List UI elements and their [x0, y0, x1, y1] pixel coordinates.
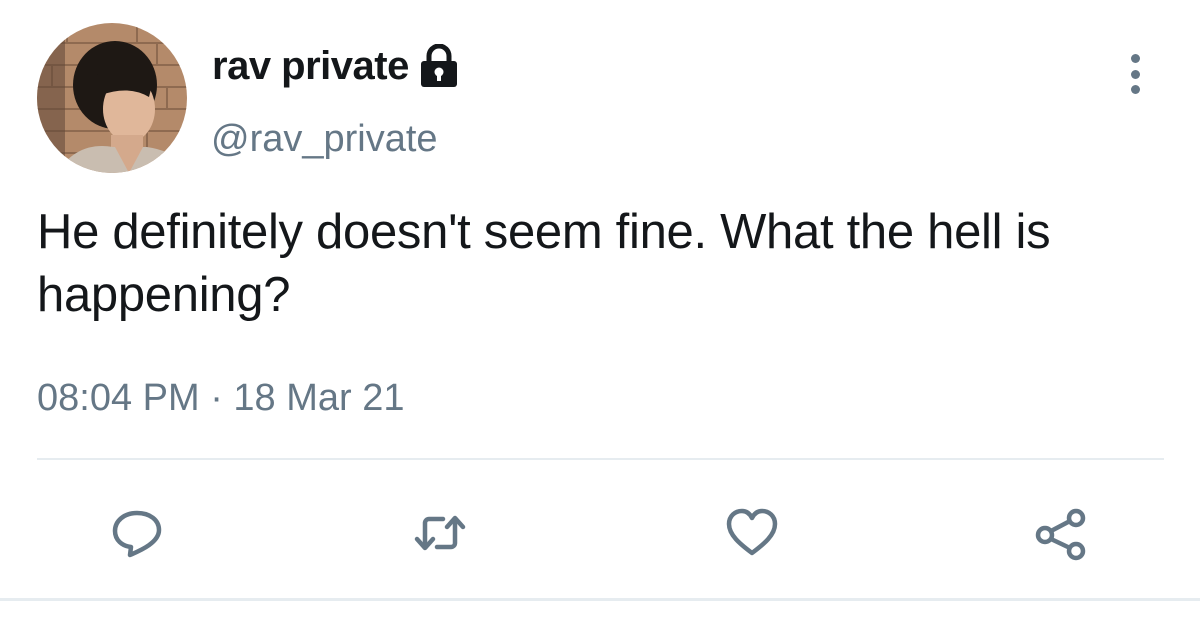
like-button[interactable]	[724, 505, 780, 561]
tweet-card: rav private @rav_private He definitely d…	[0, 0, 1200, 618]
more-dot	[1130, 69, 1140, 79]
display-name[interactable]: rav private	[212, 44, 409, 89]
retweet-button[interactable]	[412, 505, 468, 561]
reply-icon	[112, 510, 162, 558]
more-dot	[1130, 85, 1140, 94]
share-button[interactable]	[1033, 505, 1089, 561]
tweet-text: He definitely doesn't seem fine. What th…	[37, 205, 1051, 322]
retweet-icon	[414, 515, 466, 551]
bottom-divider	[0, 598, 1200, 601]
avatar[interactable]	[37, 23, 187, 173]
display-name-row: rav private	[212, 43, 459, 89]
divider	[37, 458, 1164, 460]
more-vertical-icon[interactable]	[1115, 50, 1155, 98]
reply-button[interactable]	[109, 505, 165, 561]
avatar-image	[37, 23, 187, 173]
like-icon	[726, 508, 778, 556]
more-dot	[1130, 54, 1140, 63]
tweet-timestamp[interactable]: 08:04 PM · 18 Mar 21	[37, 377, 405, 420]
lock-icon	[420, 43, 457, 87]
user-handle[interactable]: @rav_private	[211, 118, 438, 161]
share-icon	[1035, 508, 1086, 561]
